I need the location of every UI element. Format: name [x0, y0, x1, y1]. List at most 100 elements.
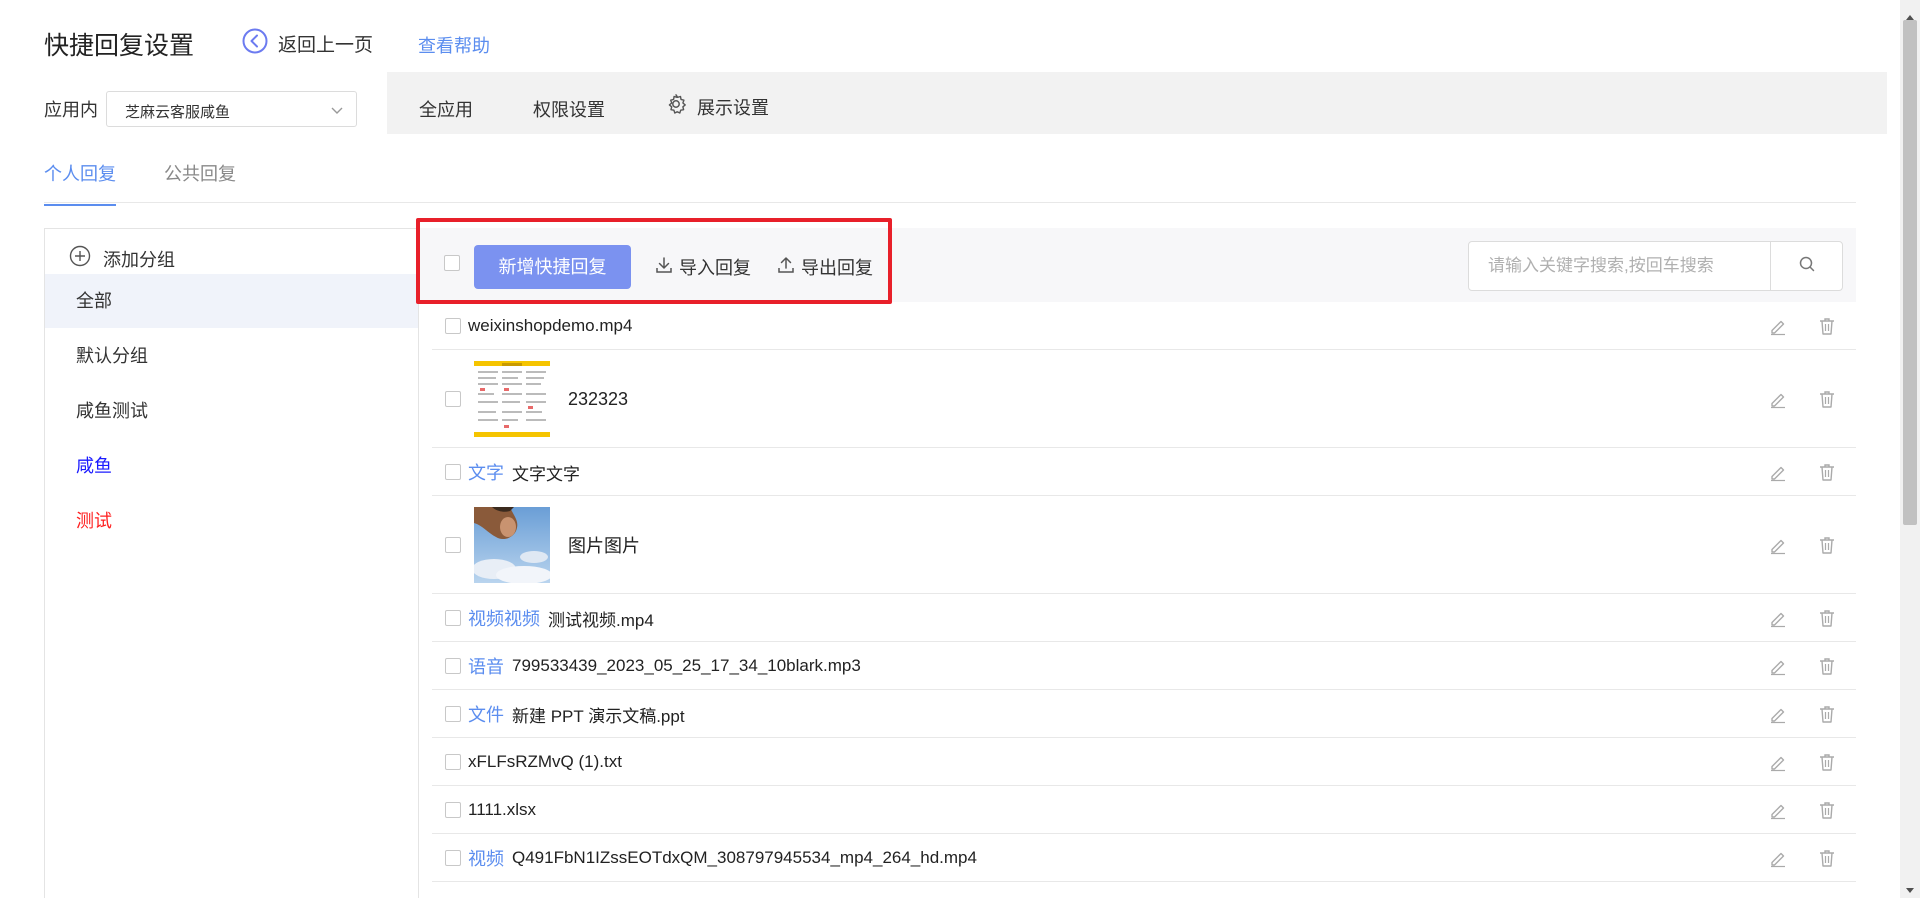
reply-list: weixinshopdemo.mp4 232323 文字 文字文字 图片图片 视频视频 测试… [432, 302, 1856, 882]
scrollbar[interactable] [1900, 0, 1920, 898]
tab-public[interactable]: 公共回复 [164, 160, 236, 204]
add-group-button[interactable]: 添加分组 [69, 245, 175, 272]
edit-icon[interactable] [1768, 800, 1788, 820]
tab-personal[interactable]: 个人回复 [44, 160, 116, 206]
reply-content: 1111.xlsx [468, 786, 536, 834]
back-button[interactable]: 返回上一页 [242, 28, 373, 59]
reply-row[interactable]: 视频视频 测试视频.mp4 [432, 594, 1856, 642]
row-checkbox[interactable] [445, 464, 461, 480]
edit-icon[interactable] [1768, 704, 1788, 724]
reply-text: 1111.xlsx [468, 800, 537, 819]
nav-permissions[interactable]: 权限设置 [533, 96, 605, 122]
reply-content: 语音 799533439_2023_05_25_17_34_10blark.mp3 [468, 642, 861, 690]
reply-text: xFLFsRZMvQ (1).txt [468, 752, 622, 771]
edit-icon[interactable] [1768, 608, 1788, 628]
reply-content: xFLFsRZMvQ (1).txt [468, 738, 622, 786]
trash-icon[interactable] [1817, 656, 1837, 676]
search-input[interactable] [1470, 243, 1770, 289]
edit-icon[interactable] [1768, 656, 1788, 676]
row-actions [1768, 704, 1837, 724]
reply-content: 视频 Q491FbN1IZssEOTdxQM_308797945534_mp4_2… [468, 834, 977, 882]
row-actions [1768, 462, 1837, 482]
add-quick-reply-button[interactable]: 新增快捷回复 [474, 245, 631, 289]
page-title: 快捷回复设置 [44, 32, 195, 60]
row-checkbox[interactable] [445, 706, 461, 722]
row-checkbox[interactable] [445, 610, 461, 626]
row-checkbox[interactable] [445, 318, 461, 334]
reply-text: 文字文字 [512, 464, 580, 484]
nav-display-settings[interactable]: 展示设置 [665, 93, 769, 120]
row-checkbox[interactable] [445, 754, 461, 770]
scroll-down-icon[interactable] [1905, 880, 1915, 898]
add-group-label: 添加分组 [103, 249, 175, 270]
export-label: 导出回复 [801, 258, 873, 278]
edit-icon[interactable] [1768, 752, 1788, 772]
photo-thumbnail[interactable] [474, 507, 550, 583]
row-actions [1768, 608, 1837, 628]
reply-tabs: 个人回复 公共回复 [44, 148, 1856, 206]
reply-row[interactable]: weixinshopdemo.mp4 [432, 302, 1856, 350]
upload-icon [776, 255, 796, 280]
back-label: 返回上一页 [278, 35, 374, 56]
search-button[interactable] [1770, 242, 1842, 290]
trash-icon[interactable] [1817, 535, 1837, 555]
trash-icon[interactable] [1817, 316, 1837, 336]
trash-icon[interactable] [1817, 608, 1837, 628]
back-circle-icon [242, 28, 268, 59]
reply-text: 232323 [568, 388, 629, 409]
group-item[interactable]: 咸鱼 [45, 439, 418, 493]
edit-icon[interactable] [1768, 389, 1788, 409]
group-sidebar: 添加分组 全部 默认分组 咸鱼测试 咸鱼 测试 [44, 228, 419, 898]
row-checkbox[interactable] [445, 658, 461, 674]
reply-type-label: 文件 [468, 705, 504, 725]
reply-content: 图片图片 [474, 496, 640, 594]
reply-type-label: 视频视频 [468, 609, 540, 629]
nav-all-apps[interactable]: 全应用 [419, 96, 473, 122]
reply-content: 文字 文字文字 [468, 448, 580, 496]
row-actions [1768, 656, 1837, 676]
edit-icon[interactable] [1768, 462, 1788, 482]
trash-icon[interactable] [1817, 462, 1837, 482]
row-actions [1768, 800, 1837, 820]
plus-circle-icon [69, 245, 91, 272]
download-icon [654, 255, 674, 280]
row-checkbox[interactable] [445, 802, 461, 818]
reply-row[interactable]: xFLFsRZMvQ (1).txt [432, 738, 1856, 786]
group-item[interactable]: 全部 [45, 274, 418, 328]
reply-toolbar: 新增快捷回复 导入回复 导出回复 [418, 228, 1856, 302]
help-link[interactable]: 查看帮助 [418, 32, 490, 58]
group-item[interactable]: 测试 [45, 494, 418, 548]
row-checkbox[interactable] [445, 537, 461, 553]
reply-content: 文件 新建 PPT 演示文稿.ppt [468, 690, 685, 738]
row-actions [1768, 389, 1837, 409]
reply-type-label: 语音 [468, 657, 504, 677]
import-label: 导入回复 [679, 258, 751, 278]
import-replies-button[interactable]: 导入回复 [654, 254, 751, 280]
reply-row[interactable]: 1111.xlsx [432, 786, 1856, 834]
edit-icon[interactable] [1768, 316, 1788, 336]
document-thumbnail[interactable] [474, 361, 550, 437]
reply-row[interactable]: 视频 Q491FbN1IZssEOTdxQM_308797945534_mp4_2… [432, 834, 1856, 882]
trash-icon[interactable] [1817, 389, 1837, 409]
row-checkbox[interactable] [445, 850, 461, 866]
trash-icon[interactable] [1817, 752, 1837, 772]
reply-row[interactable]: 文件 新建 PPT 演示文稿.ppt [432, 690, 1856, 738]
trash-icon[interactable] [1817, 800, 1837, 820]
export-replies-button[interactable]: 导出回复 [776, 254, 873, 280]
select-all-checkbox[interactable] [444, 255, 460, 271]
row-checkbox[interactable] [445, 391, 461, 407]
edit-icon[interactable] [1768, 535, 1788, 555]
reply-row[interactable]: 232323 [432, 350, 1856, 448]
scroll-thumb[interactable] [1903, 20, 1917, 525]
edit-icon[interactable] [1768, 848, 1788, 868]
group-item[interactable]: 咸鱼测试 [45, 384, 418, 438]
scope-in-app: 应用内 芝麻云客服咸鱼 [12, 72, 387, 134]
trash-icon[interactable] [1817, 704, 1837, 724]
reply-row[interactable]: 图片图片 [432, 496, 1856, 594]
group-item[interactable]: 默认分组 [45, 329, 418, 383]
reply-row[interactable]: 文字 文字文字 [432, 448, 1856, 496]
trash-icon[interactable] [1817, 848, 1837, 868]
reply-row[interactable]: 语音 799533439_2023_05_25_17_34_10blark.mp3 [432, 642, 1856, 690]
app-select[interactable]: 芝麻云客服咸鱼 [106, 91, 357, 127]
nav-display-label: 展示设置 [697, 97, 769, 118]
